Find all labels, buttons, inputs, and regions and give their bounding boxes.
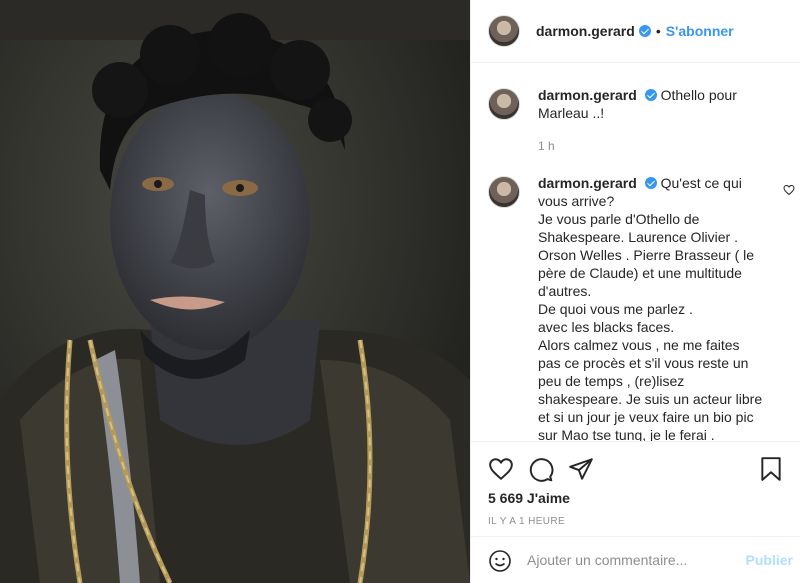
verified-icon xyxy=(638,25,651,37)
avatar[interactable] xyxy=(488,15,520,47)
caption-time[interactable]: 1 h xyxy=(538,137,778,155)
heart-icon[interactable] xyxy=(488,456,514,487)
comments-list[interactable]: darmon.gerard Othello pour Marleau ..! 1… xyxy=(471,64,800,441)
reply-line: Alors calmez vous , ne me faites xyxy=(538,337,740,353)
reply-line: shakespeare. Je suis un acteur libre xyxy=(538,391,763,407)
action-icons xyxy=(488,456,784,484)
reply-line: Je vous parle d'Othello de xyxy=(538,211,700,227)
follow-button[interactable]: S'abonner xyxy=(666,23,734,39)
reply-item: darmon.gerard Qu'est ce qui vous arrive?… xyxy=(488,174,778,441)
bookmark-icon[interactable] xyxy=(758,456,784,487)
author-name[interactable]: darmon.gerard xyxy=(536,23,635,39)
like-count[interactable]: 5 669 J'aime xyxy=(488,490,570,506)
verified-icon xyxy=(644,177,657,189)
posted-time[interactable]: IL Y A 1 HEURE xyxy=(488,516,565,527)
avatar[interactable] xyxy=(488,176,520,208)
reply-line: père de Claude) et une multitude xyxy=(538,265,742,281)
reply-line: Orson Welles . Pierre Brasseur ( le xyxy=(538,247,755,263)
avatar[interactable] xyxy=(488,88,520,120)
reply-line: d'autres. xyxy=(538,283,592,299)
comment-icon[interactable] xyxy=(528,456,554,487)
separator: • xyxy=(655,23,661,39)
reply-line: Shakespeare. Laurence Olivier . xyxy=(538,229,738,245)
reply-line: avec les blacks faces. xyxy=(538,319,675,335)
reply-line: sur Mao tse tung, je le ferai . xyxy=(538,427,715,441)
like-comment-heart-icon[interactable] xyxy=(783,183,795,201)
reply-line: vous arrive? xyxy=(538,193,615,209)
reply-line: et si un jour je veux faire un bio pic xyxy=(538,409,754,425)
post-photo[interactable] xyxy=(0,0,470,583)
reply-author[interactable]: darmon.gerard xyxy=(538,175,637,191)
emoji-icon[interactable] xyxy=(488,549,512,578)
reply-line: De quoi vous me parlez . xyxy=(538,301,693,317)
actions-section: 5 669 J'aime IL Y A 1 HEURE Publier xyxy=(471,441,800,583)
publish-button[interactable]: Publier xyxy=(746,552,793,568)
reply-line: peu de temps , (re)lisez xyxy=(538,373,685,389)
reply-line: Qu'est ce qui xyxy=(660,175,742,191)
add-comment-bar: Publier xyxy=(471,536,800,583)
post-panel: darmon.gerard • S'abonner darmon.gerard … xyxy=(470,0,800,583)
verified-icon xyxy=(644,89,657,101)
comment-input[interactable] xyxy=(527,549,727,571)
share-icon[interactable] xyxy=(568,456,594,487)
reply-line: pas ce procès et s'il vous reste un xyxy=(538,355,749,371)
caption-author[interactable]: darmon.gerard xyxy=(538,87,637,103)
post-header: darmon.gerard • S'abonner xyxy=(471,0,800,63)
caption-item: darmon.gerard Othello pour Marleau ..! 1… xyxy=(488,86,778,155)
